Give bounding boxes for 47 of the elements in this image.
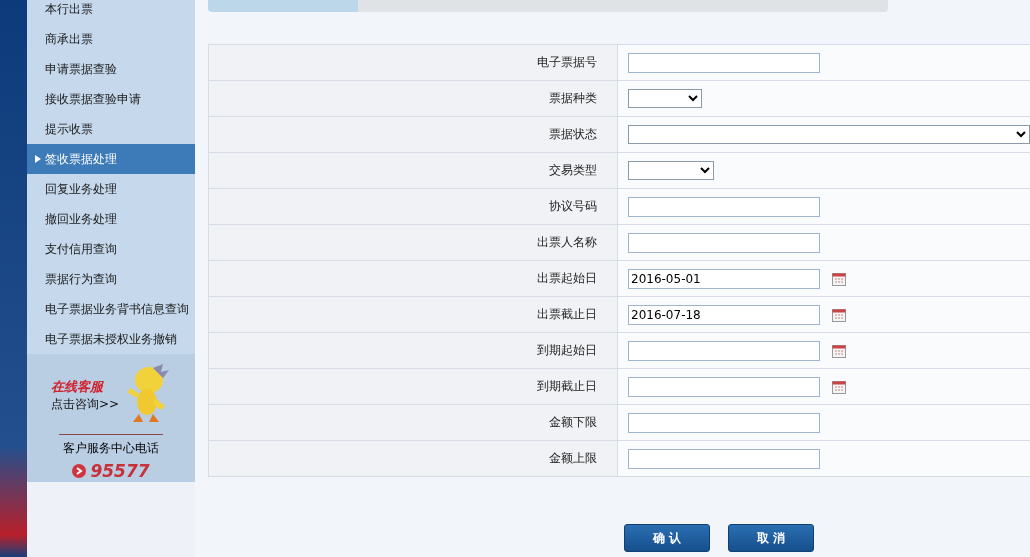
sidebar-item[interactable]: 票据行为查询	[27, 264, 195, 294]
input-field[interactable]	[628, 196, 820, 217]
calendar-icon[interactable]	[832, 271, 846, 286]
field-label: 交易类型	[209, 153, 618, 188]
dropdown[interactable]	[628, 89, 702, 108]
sidebar-item[interactable]: 撤回业务处理	[27, 204, 195, 234]
sidebar-item[interactable]: 接收票据查验申请	[27, 84, 195, 114]
field-label: 票据种类	[209, 81, 618, 116]
sidebar-item[interactable]: 提示收票	[27, 114, 195, 144]
sidebar-item[interactable]: 商承出票	[27, 24, 195, 54]
sidebar-item[interactable]: 电子票据业务背书信息查询	[27, 294, 195, 324]
input-field[interactable]	[628, 52, 820, 73]
hotline-number: 95577	[90, 461, 150, 481]
consult-link[interactable]: 点击咨询>>	[50, 395, 120, 413]
field-label: 到期起始日	[209, 333, 618, 368]
sidebar-item[interactable]: 申请票据查验	[27, 54, 195, 84]
date-field[interactable]: 2016-05-01	[628, 268, 820, 289]
cancel-button[interactable]: 取 消	[728, 524, 814, 552]
arrow-circle-icon	[72, 464, 87, 478]
field-label: 金额上限	[209, 441, 618, 476]
calendar-icon[interactable]	[832, 379, 846, 394]
sidebar-item[interactable]: 签收票据处理	[27, 144, 195, 174]
date-field[interactable]: 2016-07-18	[628, 304, 820, 325]
date-field[interactable]	[628, 376, 820, 397]
field-label: 票据状态	[209, 117, 618, 152]
input-field[interactable]	[628, 232, 820, 253]
field-label: 出票起始日	[209, 261, 618, 296]
field-label: 协议号码	[209, 189, 618, 224]
calendar-icon[interactable]	[832, 343, 846, 358]
sidebar-item[interactable]: 回复业务处理	[27, 174, 195, 204]
confirm-button[interactable]: 确 认	[624, 524, 710, 552]
input-field[interactable]	[628, 448, 820, 469]
field-label: 出票人名称	[209, 225, 618, 260]
field-label: 出票截止日	[209, 297, 618, 332]
date-field[interactable]	[628, 340, 820, 361]
field-label: 电子票据号	[209, 45, 618, 80]
field-label: 金额下限	[209, 405, 618, 440]
online-service-title: 在线客服	[50, 377, 105, 396]
sidebar-item[interactable]: 本行出票	[27, 0, 195, 24]
field-label: 到期截止日	[209, 369, 618, 404]
dropdown[interactable]	[628, 161, 714, 180]
calendar-icon[interactable]	[832, 307, 846, 322]
input-field[interactable]	[628, 412, 820, 433]
sidebar-item[interactable]: 支付信用查询	[27, 234, 195, 264]
sidebar-item[interactable]: 电子票据未授权业务撤销	[27, 324, 195, 354]
hotline-label: 客户服务中心电话	[63, 440, 159, 457]
dropdown[interactable]	[628, 125, 1030, 144]
